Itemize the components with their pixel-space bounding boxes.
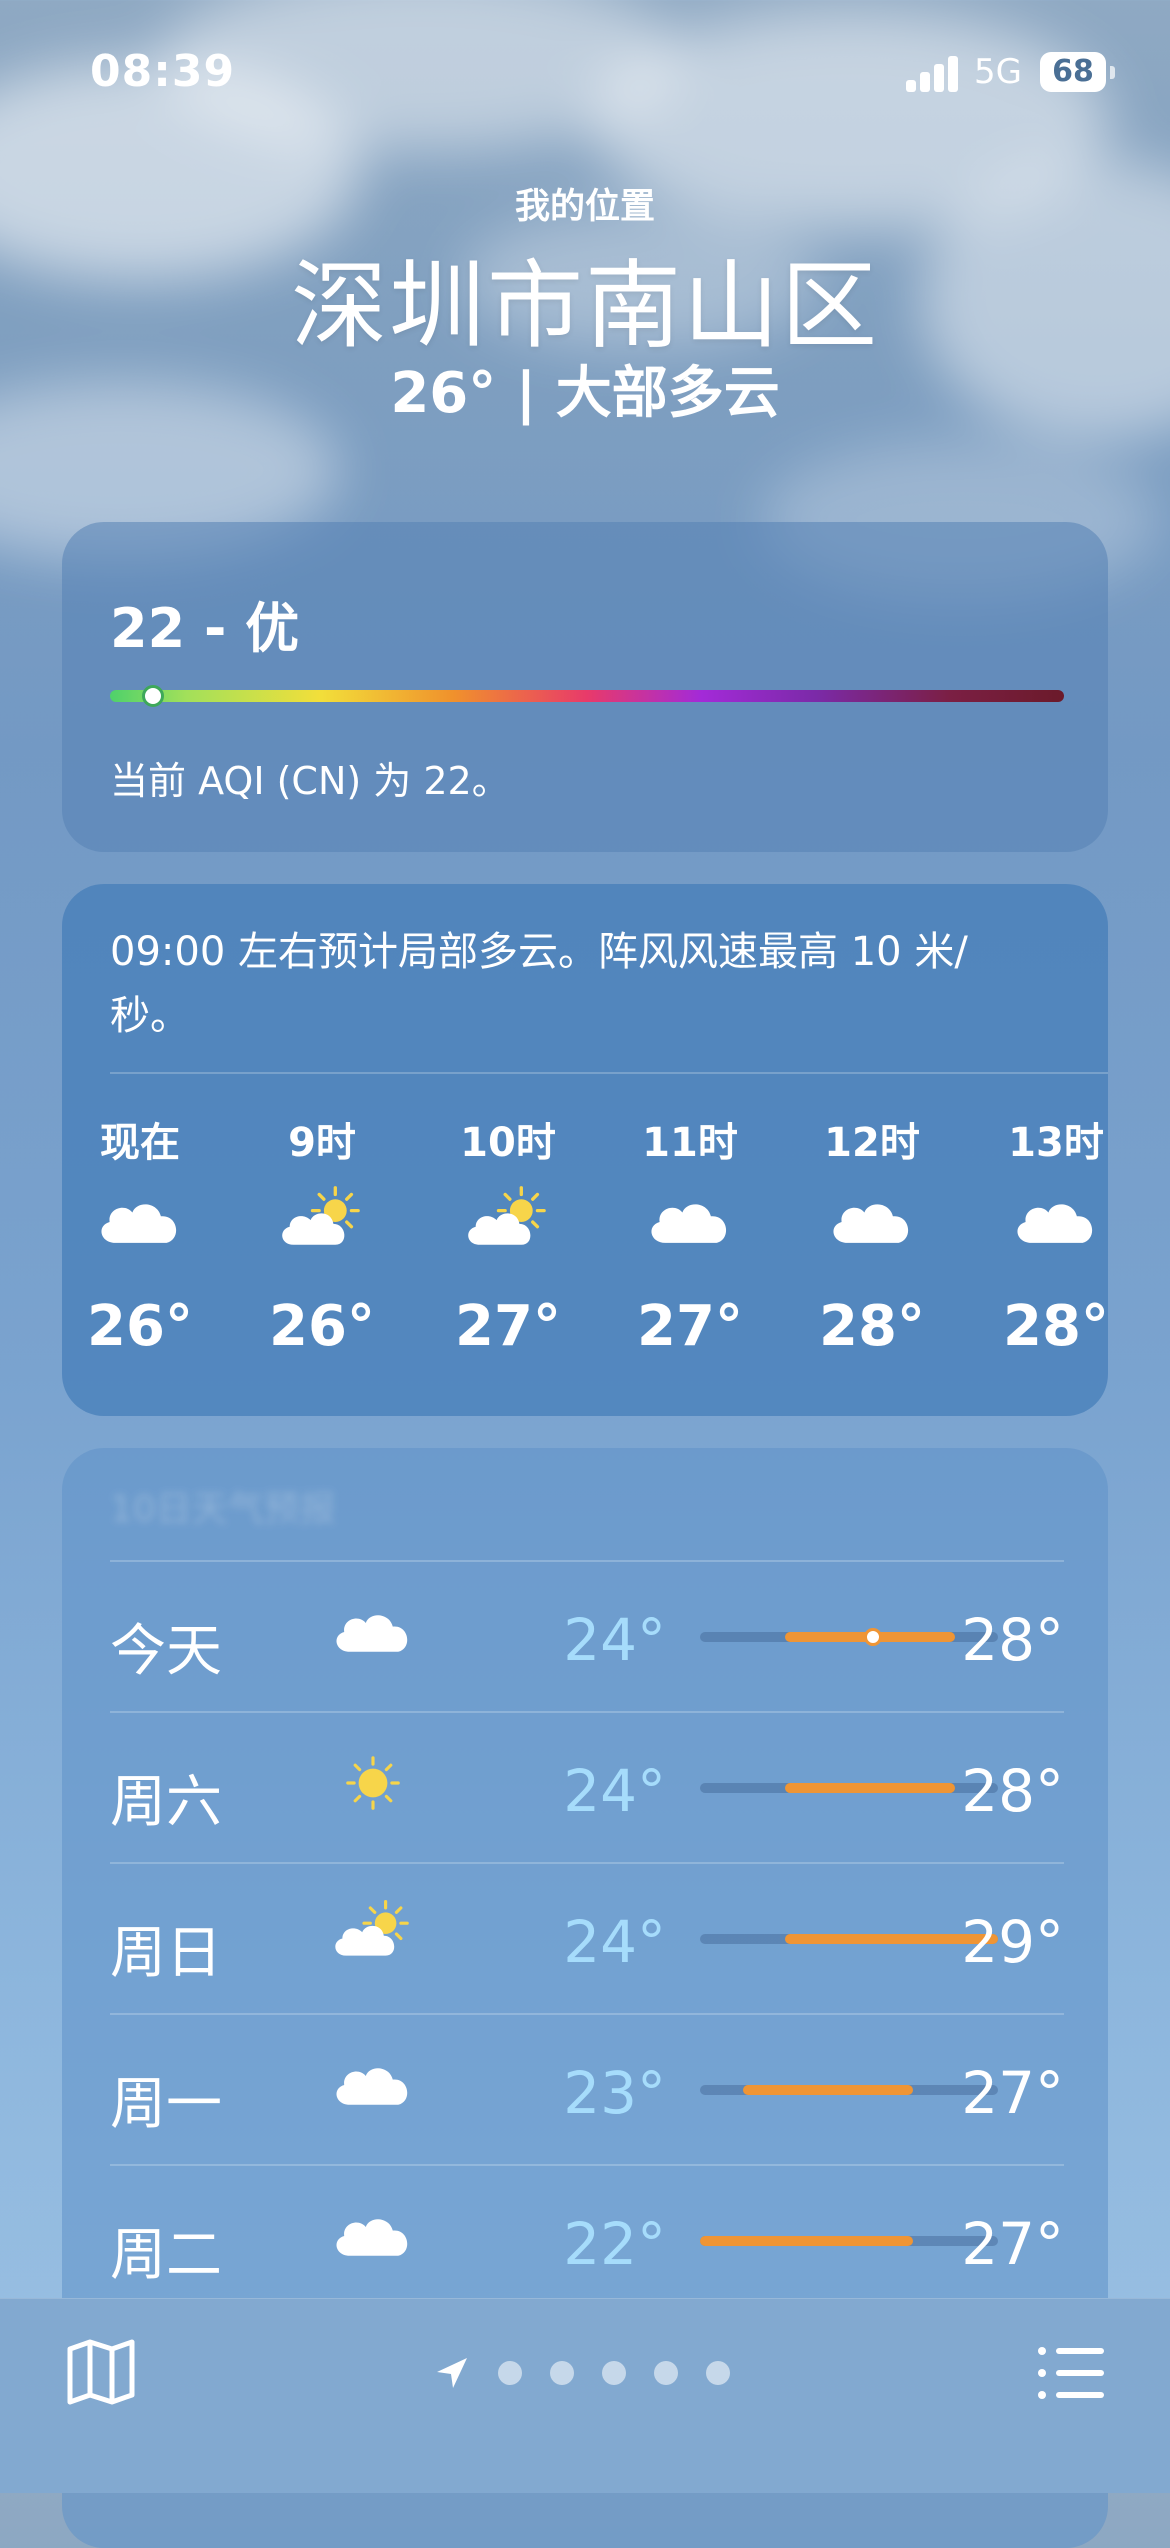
hour-temp: 26° [269,1294,375,1359]
day-high-temp: 27° [961,2210,1064,2278]
cloud-icon [1017,1204,1093,1243]
temp-range-bar [700,1934,998,1944]
page-dot[interactable] [550,2361,574,2385]
temp-range-bar [700,2085,998,2095]
aqi-value: 22 - 优 [110,597,300,660]
page-dot[interactable] [498,2361,522,2385]
network-type: 5G [974,52,1022,92]
hour-item: 9时 26° [232,884,412,1416]
signal-icon [906,54,960,92]
hour-icon [90,1184,190,1260]
day-row[interactable]: 周日 24° 29° [110,1862,1064,2012]
day-row[interactable]: 今天 24° 28° [110,1560,1064,1710]
status-time: 08:39 [90,46,236,97]
hour-icon [458,1184,558,1260]
list-icon[interactable] [1036,2343,1106,2403]
hour-temp: 28° [1003,1294,1108,1359]
day-row[interactable]: 周二 22° 27° [110,2164,1064,2314]
hour-label: 现在 [100,1120,180,1166]
day-low-temp: 24° [563,1757,666,1825]
battery-cap [1110,66,1115,79]
daily-forecast-title: 10日天气预报 [110,1489,336,1530]
aqi-indicator-dot [141,685,164,707]
current-condition: 26° | 大部多云 [390,361,780,426]
hour-temp: 28° [819,1294,925,1359]
temp-range-fill [700,2236,913,2246]
hour-item: 10时 27° [418,884,598,1416]
day-low-temp: 22° [563,2210,666,2278]
day-row[interactable]: 周一 23° 27° [110,2013,1064,2163]
partly-sunny-icon [282,1186,360,1245]
hour-label: 10时 [460,1120,556,1166]
partly-sunny-icon [468,1186,546,1245]
aqi-description: 当前 AQI (CN) 为 22。 [110,759,510,803]
location-label: 我的位置 [514,187,655,227]
page-dot[interactable] [602,2361,626,2385]
day-low-temp: 24° [563,1908,666,1976]
hour-icon [1006,1184,1106,1260]
hour-item: 13时 28° [966,884,1108,1416]
day-low-temp: 24° [563,1606,666,1674]
hour-item: 11时 27° [600,884,780,1416]
hour-temp: 27° [455,1294,561,1359]
day-name: 今天 [110,1619,222,1684]
temp-range-bar [700,1783,998,1793]
hour-icon [822,1184,922,1260]
map-icon[interactable] [66,2339,136,2405]
day-name: 周日 [110,1921,222,1986]
hour-label: 12时 [824,1120,920,1166]
temp-range-fill [785,1783,956,1793]
temp-range-fill [742,2085,913,2095]
temp-range-bar [700,1628,998,1646]
status-bar: 08:39 5G 68 [0,0,1170,150]
hourly-forecast-card[interactable]: 09:00 左右预计局部多云。阵风风速最高 10 米/秒。 现在 26° 9时 2… [62,884,1108,1416]
day-low-temp: 23° [563,2059,666,2127]
hour-temp: 27° [637,1294,743,1359]
hour-item: 12时 28° [782,884,962,1416]
day-name: 周六 [110,1770,222,1835]
aqi-scale-bar [110,690,1064,702]
day-row[interactable]: 周六 24° 28° [110,1711,1064,1861]
city-name: 深圳市南山区 [291,250,879,362]
page-dot[interactable] [706,2361,730,2385]
day-name: 周二 [110,2223,222,2288]
aqi-card[interactable]: 22 - 优 当前 AQI (CN) 为 22。 [62,522,1108,852]
battery-icon: 68 [1040,52,1106,92]
day-name: 周一 [110,2072,222,2137]
cloud-icon [651,1204,727,1243]
hour-item: 现在 26° [62,884,230,1416]
day-high-temp: 28° [961,1606,1064,1674]
day-high-temp: 27° [961,2059,1064,2127]
hour-temp: 26° [87,1294,193,1359]
cloud-icon [101,1204,177,1243]
bottom-toolbar [0,2298,1170,2493]
page-dot[interactable] [654,2361,678,2385]
hour-icon [640,1184,740,1260]
hour-label: 11时 [642,1120,738,1166]
hour-label: 13时 [1008,1120,1104,1166]
hour-label: 9时 [288,1120,356,1166]
location-arrow-icon [437,2358,467,2388]
day-high-temp: 29° [961,1908,1064,1976]
cloud-icon [833,1204,909,1243]
temp-range-bar [700,2236,998,2246]
hour-icon [272,1184,372,1260]
day-high-temp: 28° [961,1757,1064,1825]
current-temp-dot [864,1628,883,1646]
